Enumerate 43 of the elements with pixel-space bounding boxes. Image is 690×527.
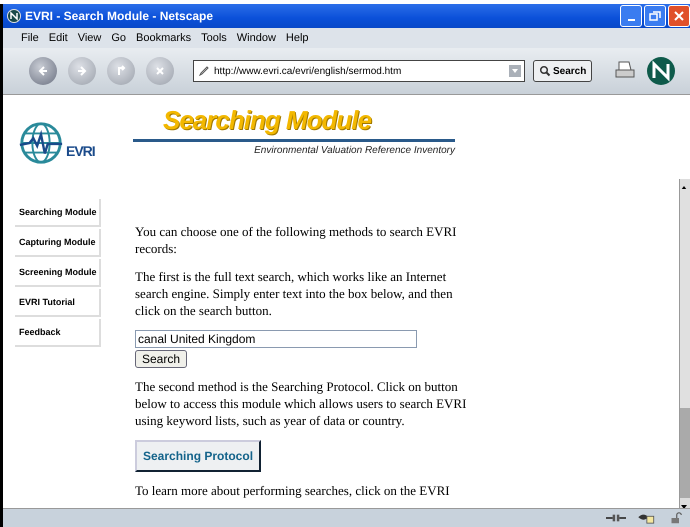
nav-button[interactable]: Screening Module — [15, 259, 101, 287]
menu-item[interactable]: File — [21, 32, 39, 44]
nav-button[interactable]: Feedback — [15, 319, 101, 347]
menu-item[interactable]: Edit — [48, 32, 68, 44]
minimize-button[interactable] — [620, 5, 642, 27]
nav-button[interactable]: EVRI Tutorial — [15, 289, 101, 317]
nav-button[interactable]: Searching Module — [15, 199, 101, 227]
evri-logo: EVRI — [17, 115, 97, 167]
reload-button[interactable] — [107, 57, 135, 85]
forward-button[interactable] — [68, 57, 96, 85]
pencil-icon — [198, 65, 210, 77]
menu-item[interactable]: View — [78, 32, 102, 44]
scrollbar[interactable] — [679, 179, 690, 508]
nav-button[interactable]: Capturing Module — [15, 229, 101, 257]
paragraph: You can choose one of the following methods to search EVRI records: — [135, 223, 458, 257]
search-icon — [539, 65, 551, 77]
menu-item[interactable]: Help — [286, 32, 309, 44]
window-title: EVRI - Search Module - Netscape — [25, 9, 214, 23]
search-field[interactable]: canal United Kingdom — [135, 330, 417, 348]
restore-button[interactable] — [644, 5, 666, 27]
caret-icon — [511, 67, 519, 75]
searching-protocol-button[interactable]: Searching Protocol — [135, 440, 262, 472]
app-icon — [7, 9, 21, 23]
back-button[interactable] — [29, 57, 57, 85]
search-button[interactable]: Search — [533, 60, 592, 82]
page-subtitle: Environmental Valuation Reference Inventory — [253, 145, 455, 156]
close-button[interactable] — [668, 5, 690, 27]
dropdown-button[interactable] — [509, 65, 521, 77]
search-button[interactable]: Search — [135, 350, 188, 368]
paragraph: The second method is the Searching Protocol. Click on button below to access this module which allows users to search EVRI using keyword lists, such as year of data or country. — [135, 378, 468, 429]
menu-item[interactable]: Tools — [201, 32, 227, 44]
address-field[interactable]: http://www.evri.ca/evri/english/sermod.htm — [193, 60, 525, 82]
minimize-icon — [628, 19, 634, 21]
stop-button[interactable] — [146, 57, 174, 85]
paragraph: To learn more about performing searches, click on the EVRI — [135, 482, 451, 499]
paragraph: The first is the full text search, which works like an Internet search engine. Simply enter text into the box below, and then click on the search button. — [135, 268, 454, 319]
connection-icon[interactable] — [606, 512, 626, 524]
menu-item[interactable]: Go — [111, 32, 126, 44]
netscape-logo-icon[interactable] — [646, 56, 676, 86]
menu-item[interactable]: Bookmarks — [136, 32, 192, 44]
page-heading: Searching Module — [163, 105, 372, 136]
menu-item[interactable]: Window — [236, 32, 276, 44]
eye-icon[interactable] — [636, 512, 656, 524]
